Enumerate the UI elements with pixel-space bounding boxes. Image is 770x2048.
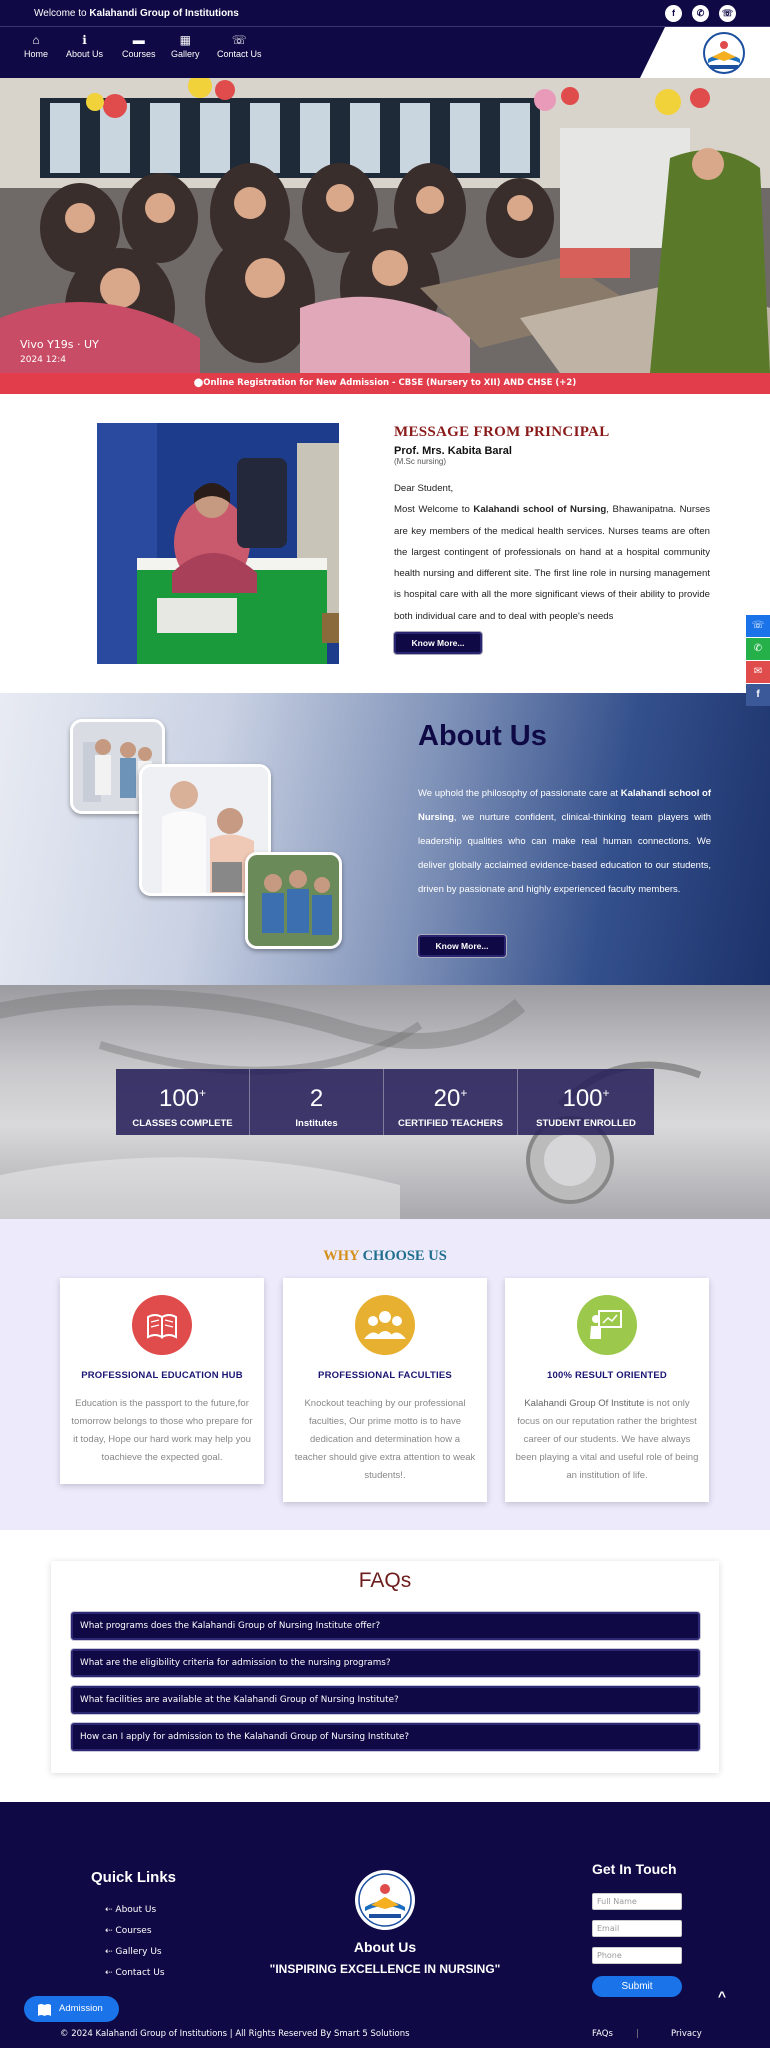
announcement-marquee[interactable]: ⬤Online Registration for New Admission -… [0, 373, 770, 394]
info-icon: ℹ [82, 33, 87, 47]
footer-divider: | [636, 2029, 639, 2039]
footer-logo [355, 1870, 415, 1930]
submit-button[interactable]: Submit [592, 1976, 682, 1997]
admission-button[interactable]: Admission [24, 1996, 119, 2022]
principal-message-title: MESSAGE FROM PRINCIPAL [394, 424, 610, 440]
nav-home[interactable]: ⌂ Home [24, 33, 48, 59]
side-mail-button[interactable]: ✉ [746, 661, 770, 683]
why-card-title: 100% RESULT ORIENTED [547, 1370, 667, 1381]
why-card-education: PROFESSIONAL EDUCATION HUB Education is … [60, 1278, 264, 1484]
classroom-photo: Vivo Y19s · UY 2024 12:4 [0, 78, 770, 373]
home-icon: ⌂ [32, 33, 40, 47]
quick-links-title: Quick Links [91, 1869, 177, 1886]
principal-qualification: (M.Sc nursing) [394, 457, 447, 466]
full-name-field[interactable]: Full Name [592, 1893, 682, 1910]
about-know-more-button[interactable]: Know More... [418, 935, 506, 957]
stats-panel: 100+ CLASSES COMPLETE 2 Institutes 20+ CERT… [116, 1069, 654, 1135]
why-card-title: PROFESSIONAL FACULTIES [318, 1370, 452, 1381]
why-card-text: Knockout teaching by our professional fa… [294, 1398, 476, 1481]
faq-item-apply[interactable]: How can I apply for admission to the Kal… [71, 1723, 700, 1751]
footer-privacy-link[interactable]: Privacy [671, 2029, 702, 2039]
faq-item-eligibility[interactable]: What are the eligibility criteria for ad… [71, 1649, 700, 1677]
book-icon [37, 2002, 52, 2016]
get-in-touch-title: Get In Touch [592, 1861, 677, 1877]
top-bar: Welcome to Kalahandi Group of Institutio… [0, 0, 770, 27]
side-whatsapp-button[interactable]: ✆ [746, 638, 770, 660]
why-card-title: PROFESSIONAL EDUCATION HUB [81, 1370, 243, 1381]
hero-banner: Vivo Y19s · UY 2024 12:4 [0, 78, 770, 373]
nav-gallery[interactable]: ▦ Gallery [171, 33, 200, 59]
why-card-faculties: PROFESSIONAL FACULTIES Knockout teaching… [283, 1278, 487, 1502]
footer-link-about[interactable]: ⇠ About Us [105, 1905, 156, 1915]
nav-about-us[interactable]: ℹ About Us [66, 33, 103, 59]
copyright-text: © 2024 Kalahandi Group of Institutions |… [60, 2029, 410, 2039]
why-title: WHY CHOOSE US [323, 1248, 447, 1264]
nav-courses[interactable]: ▬ Courses [122, 33, 156, 59]
stat-teachers: 20+ CERTIFIED TEACHERS [384, 1069, 518, 1135]
phone-icon[interactable]: ☏ [719, 5, 736, 22]
group-icon [355, 1295, 415, 1355]
phone-icon: ☏ [231, 33, 247, 47]
email-field[interactable]: Email [592, 1920, 682, 1937]
nav-contact-us[interactable]: ☏ Contact Us [217, 33, 262, 59]
principal-name: Prof. Mrs. Kabita Baral [394, 445, 512, 457]
about-title: About Us [418, 720, 547, 752]
stat-students: 100+ STUDENT ENROLLED [536, 1085, 636, 1130]
about-photo-3 [245, 852, 342, 949]
faq-title: FAQs [358, 1569, 412, 1592]
photo-overlay-date: 2024 12:4 [20, 355, 66, 365]
side-facebook-button[interactable]: f [746, 684, 770, 706]
footer-motto: "INSPIRING EXCELLENCE IN NURSING" [269, 1962, 501, 1976]
whatsapp-icon[interactable]: ✆ [692, 5, 709, 22]
book-icon: ▬ [132, 33, 145, 47]
principal-photo [97, 423, 339, 664]
why-card-text: Education is the passport to the future,… [71, 1398, 253, 1463]
calendar-icon: ▦ [179, 33, 191, 47]
why-card-results: 100% RESULT ORIENTED Kalahandi Group Of … [505, 1278, 709, 1502]
about-body: We uphold the philosophy of passionate c… [418, 788, 711, 895]
stat-institutes: 2 Institutes [250, 1069, 384, 1135]
footer-faqs-link[interactable]: FAQs [592, 2029, 613, 2039]
why-card-text: Kalahandi Group Of Institute is not only… [515, 1398, 699, 1481]
faq-item-programs[interactable]: What programs does the Kalahandi Group o… [71, 1612, 700, 1640]
institution-logo[interactable] [700, 31, 748, 75]
principal-know-more-button[interactable]: Know More... [394, 632, 482, 654]
phone-field[interactable]: Phone [592, 1947, 682, 1964]
faq-item-facilities[interactable]: What facilities are available at the Kal… [71, 1686, 700, 1714]
principal-message-body: Dear Student, Most Welcome to Kalahandi … [394, 483, 711, 622]
side-phone-button[interactable]: ☏ [746, 615, 770, 637]
facebook-icon[interactable]: f [665, 5, 682, 22]
welcome-text: Welcome to Kalahandi Group of Institutio… [34, 8, 239, 19]
stat-classes: 100+ CLASSES COMPLETE [116, 1069, 250, 1135]
open-book-icon [132, 1295, 192, 1355]
photo-overlay-text: Vivo Y19s · UY [20, 338, 99, 351]
teacher-board-icon [577, 1295, 637, 1355]
scroll-to-top-button[interactable]: ^ [711, 1988, 733, 2010]
footer-link-courses[interactable]: ⇠ Courses [105, 1926, 152, 1936]
